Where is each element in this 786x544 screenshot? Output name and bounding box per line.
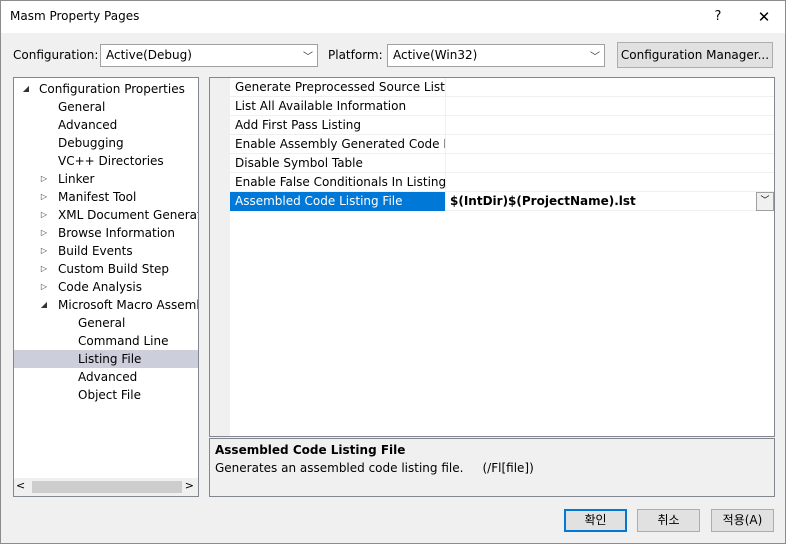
tree-item[interactable]: Advanced [14,116,198,134]
tree-item[interactable]: Command Line [14,332,198,350]
tree-item[interactable]: ◢ Configuration Properties [14,80,198,98]
cancel-button[interactable]: 취소 [637,509,700,532]
chevron-down-icon: ﹀ [590,52,600,63]
tree-item[interactable]: General [14,314,198,332]
scroll-left-icon[interactable]: < [16,479,25,492]
collapse-arrow-icon[interactable]: ◢ [21,80,31,98]
configuration-value: Active(Debug) [106,48,192,62]
tree-item[interactable]: Object File [14,386,198,404]
tree-item-label: Advanced [78,370,138,384]
expand-arrow-icon[interactable]: ▷ [39,260,49,278]
configuration-label: Configuration: [13,48,99,62]
tree-item-label: Debugging [58,136,124,150]
expand-arrow-icon[interactable]: ▷ [39,206,49,224]
expand-arrow-icon[interactable]: ▷ [39,224,49,242]
scroll-thumb[interactable] [32,481,182,493]
platform-value: Active(Win32) [393,48,478,62]
grid-margin [210,78,230,436]
property-row[interactable]: Enable Assembly Generated Code Listing [230,135,774,154]
property-row[interactable]: Generate Preprocessed Source Listing [230,78,774,97]
description-text: Generates an assembled code listing file… [215,461,534,475]
property-row[interactable]: Assembled Code Listing File $(IntDir)$(Pr… [230,192,774,211]
tree-item-label: Configuration Properties [39,82,185,96]
property-value[interactable] [447,154,774,173]
tree-item-label: Browse Information [58,226,175,240]
property-pages-window: Masm Property Pages ? ✕ Configuration: A… [0,0,786,544]
property-name: Enable Assembly Generated Code Listing [230,135,446,154]
tree-item-label: Command Line [78,334,169,348]
title-bar: Masm Property Pages ? ✕ [1,1,785,33]
property-value[interactable] [447,135,774,154]
tree-item-label: Object File [78,388,141,402]
tree-item-label: Microsoft Macro Assembler [58,298,198,312]
property-value[interactable] [447,78,774,97]
chevron-down-icon: ﹀ [303,52,313,63]
ok-button[interactable]: 확인 [564,509,627,532]
tree-horizontal-scrollbar[interactable]: < > [14,478,198,496]
configuration-manager-button[interactable]: Configuration Manager... [617,42,773,68]
category-tree: ◢ Configuration Properties General Advanced… [13,77,199,497]
tree-item[interactable]: Advanced [14,368,198,386]
property-value[interactable] [447,173,774,192]
description-title: Assembled Code Listing File [215,443,406,457]
tree-item-label: XML Document Generator [58,208,198,222]
tree-item-label: Advanced [58,118,118,132]
tree-item[interactable]: Debugging [14,134,198,152]
tree-item[interactable]: ▷ Custom Build Step [14,260,198,278]
property-grid: Generate Preprocessed Source Listing List… [209,77,775,437]
apply-button[interactable]: 적용(A) [711,509,774,532]
tree-item-label: Listing File [78,352,142,366]
tree-item-label: Build Events [58,244,133,258]
property-dropdown-icon[interactable]: ﹀ [756,192,774,211]
tree-item[interactable]: ◢ Microsoft Macro Assembler [14,296,198,314]
property-row[interactable]: Disable Symbol Table [230,154,774,173]
property-name: Enable False Conditionals In Listing [230,173,446,192]
property-row[interactable]: List All Available Information [230,97,774,116]
tree-item-label: Code Analysis [58,280,142,294]
tree-item-label: Linker [58,172,95,186]
tree-item[interactable]: ▷ Manifest Tool [14,188,198,206]
scroll-right-icon[interactable]: > [185,479,194,492]
tree-item[interactable]: General [14,98,198,116]
property-value[interactable] [447,97,774,116]
tree-item[interactable]: Listing File [14,350,198,368]
expand-arrow-icon[interactable]: ▷ [39,188,49,206]
tree-item-label: Manifest Tool [58,190,137,204]
tree-item-label: VC++ Directories [58,154,164,168]
window-title: Masm Property Pages [10,9,140,23]
property-value[interactable] [447,116,774,135]
property-row[interactable]: Enable False Conditionals In Listing [230,173,774,192]
property-name: Assembled Code Listing File [230,192,446,211]
tree-item[interactable]: ▷ Code Analysis [14,278,198,296]
tree-item-label: General [58,100,106,114]
property-row[interactable]: Add First Pass Listing [230,116,774,135]
tree-item-label: Custom Build Step [58,262,170,276]
expand-arrow-icon[interactable]: ▷ [39,278,49,296]
description-panel: Assembled Code Listing File Generates an… [209,438,775,497]
tree-item[interactable]: ▷ Linker [14,170,198,188]
platform-dropdown[interactable]: Active(Win32) ﹀ [387,44,605,67]
property-name: Generate Preprocessed Source Listing [230,78,446,97]
close-button[interactable]: ✕ [749,1,779,33]
help-button[interactable]: ? [703,1,733,33]
property-name: List All Available Information [230,97,446,116]
expand-arrow-icon[interactable]: ▷ [39,170,49,188]
property-value[interactable]: $(IntDir)$(ProjectName).lst [447,192,774,211]
tree-item[interactable]: VC++ Directories [14,152,198,170]
expand-arrow-icon[interactable]: ▷ [39,242,49,260]
tree-item[interactable]: ▷ Build Events [14,242,198,260]
tree-item[interactable]: ▷ XML Document Generator [14,206,198,224]
property-name: Add First Pass Listing [230,116,446,135]
tree-item-label: General [78,316,126,330]
configuration-dropdown[interactable]: Active(Debug) ﹀ [100,44,318,67]
platform-label: Platform: [328,48,383,62]
collapse-arrow-icon[interactable]: ◢ [39,296,49,314]
property-name: Disable Symbol Table [230,154,446,173]
tree-item[interactable]: ▷ Browse Information [14,224,198,242]
